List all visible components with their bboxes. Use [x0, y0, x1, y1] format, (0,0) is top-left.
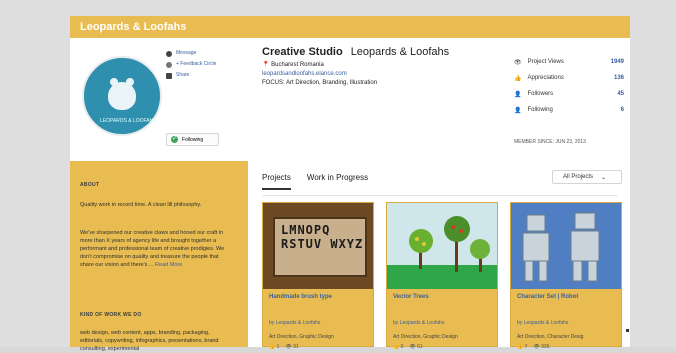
project-thumbnail[interactable]	[511, 203, 621, 289]
brand-title[interactable]: Leopards & Loofahs	[80, 21, 186, 33]
kind-text: web design, web content, apps, branding,…	[80, 330, 219, 352]
kind-title: KIND OF WORK WE DO	[80, 312, 142, 318]
name-row: Creative Studio Leopards & Loofahs	[262, 46, 482, 58]
stat-project-views[interactable]: 👁 Project Views 1949	[514, 54, 624, 70]
profile-page: Leopards & Loofahs LEOPARDS & LOOFAHS Me…	[0, 0, 676, 352]
project-title[interactable]: Character Set | Robot	[517, 294, 578, 300]
stat-label: Project Views	[527, 59, 564, 65]
about-text-2: We've sharpened our creative claws and h…	[80, 229, 230, 269]
website-link[interactable]: leopardsandloofahs.elance.com	[262, 71, 482, 77]
tab-work-in-progress[interactable]: Work in Progress	[307, 173, 368, 190]
avatar-caption: LEOPARDS & LOOFAHS	[100, 118, 157, 124]
kind-section: KIND OF WORK WE DO	[80, 311, 230, 319]
about-text-2-body: We've sharpened our creative claws and h…	[80, 230, 225, 268]
chevron-down-icon: ⌄	[601, 174, 607, 181]
projects-main: Projects Work in Progress All Projects ⌄…	[248, 161, 632, 350]
following-button-label: Following	[182, 136, 204, 143]
eye-icon: 👁	[514, 59, 522, 66]
project-card[interactable]: Vector Trees by Leopards & Loofahs Art D…	[386, 202, 498, 350]
top-bar: Leopards & Loofahs	[70, 16, 630, 38]
divider	[262, 195, 618, 196]
following-icon: 👤	[514, 107, 522, 114]
projects-grid: LMNOPQ RSTUV WXYZ Handmade brush type by…	[262, 202, 632, 350]
project-thumbnail[interactable]: LMNOPQ RSTUV WXYZ	[263, 203, 373, 289]
project-card[interactable]: Character Set | Robot by Leopards & Loof…	[510, 202, 622, 350]
views-count: 👁 61	[409, 344, 423, 350]
dropdown-label: All Projects	[563, 174, 594, 180]
views-count: 👁 31	[285, 344, 299, 350]
message-link-label[interactable]: Message	[176, 48, 196, 59]
about-sidebar: ABOUT Quality work in record time. A cle…	[70, 161, 248, 352]
appreciations-count: 👍 1	[269, 344, 280, 350]
share-link[interactable]: Share	[166, 70, 216, 81]
location-pin-icon: 📍	[262, 62, 270, 68]
stat-label: Following	[527, 107, 553, 113]
profile-header: LEOPARDS & LOOFAHS Message + Feedback Ci…	[70, 38, 630, 161]
message-icon	[166, 50, 172, 57]
stat-value[interactable]: 45	[617, 91, 624, 97]
stat-following[interactable]: 👤 Following 6	[514, 102, 624, 118]
project-author[interactable]: by Leopards & Loofahs	[269, 320, 320, 326]
member-since: MEMBER SINCE: JUN 23, 2013	[514, 139, 586, 145]
avatar[interactable]: LEOPARDS & LOOFAHS	[82, 56, 162, 136]
about-title: ABOUT	[80, 182, 100, 188]
stat-label: Appreciations	[527, 75, 564, 81]
stats-panel: 👁 Project Views 1949 👍 Appreciations 136…	[514, 54, 624, 118]
check-icon: ✓	[171, 136, 178, 143]
followers-icon: 👤	[514, 91, 522, 98]
read-more-link[interactable]: Read More	[155, 262, 182, 268]
thumbs-up-icon: 👍	[514, 75, 522, 82]
project-title[interactable]: Vector Trees	[393, 294, 429, 300]
location-text: Bucharest Romania	[271, 62, 324, 68]
appreciations-count: 👍 0	[393, 344, 404, 350]
trees-illustration	[387, 216, 497, 289]
project-meta: 👍 1 👁 31	[269, 344, 299, 350]
project-fields: Art Direction, Graphic Design	[393, 334, 458, 340]
following-button[interactable]: ✓ Following	[166, 133, 219, 146]
profile-card: Leopards & Loofahs LEOPARDS & LOOFAHS Me…	[70, 16, 632, 352]
share-icon	[166, 72, 172, 79]
about-text-1: Quality work in record time. A clean lil…	[80, 202, 202, 208]
stat-followers[interactable]: 👤 Followers 45	[514, 86, 624, 102]
feedback-link-label[interactable]: + Feedback Circle	[176, 59, 216, 70]
feedback-circle-link[interactable]: + Feedback Circle	[166, 59, 216, 70]
focus-text: FOCUS: Art Direction, Branding, Illustra…	[262, 80, 378, 86]
robots-illustration	[522, 212, 600, 282]
project-thumbnail[interactable]	[387, 203, 497, 289]
project-author[interactable]: by Leopards & Loofahs	[517, 320, 568, 326]
scrollbar-thumb[interactable]	[626, 329, 629, 332]
location: 📍 Bucharest Romania	[262, 61, 482, 68]
views-count: 👁 335	[533, 344, 550, 350]
share-link-label[interactable]: Share	[176, 70, 189, 81]
project-tabs: Projects Work in Progress	[262, 173, 368, 190]
project-author[interactable]: by Leopards & Loofahs	[393, 320, 444, 326]
project-fields: Art Direction, Character Desig	[517, 334, 584, 340]
project-fields: Art Direction, Graphic Design	[269, 334, 334, 340]
project-title[interactable]: Handmade brush type	[269, 294, 332, 300]
appreciations-count: 👍 7	[517, 344, 528, 350]
project-card[interactable]: LMNOPQ RSTUV WXYZ Handmade brush type by…	[262, 202, 374, 350]
thumbnail-lettering: LMNOPQ RSTUV WXYZ	[281, 223, 364, 251]
profile-info: Creative Studio Leopards & Loofahs 📍 Buc…	[262, 46, 482, 86]
tab-projects[interactable]: Projects	[262, 173, 291, 190]
action-links: Message + Feedback Circle Share	[166, 48, 216, 81]
stat-appreciations[interactable]: 👍 Appreciations 136	[514, 70, 624, 86]
project-meta: 👍 0 👁 61	[393, 344, 423, 350]
bear-logo-icon	[108, 78, 136, 110]
about-section: ABOUT	[80, 181, 230, 189]
stat-value[interactable]: 136	[614, 75, 624, 81]
circle-icon	[166, 61, 172, 68]
message-link[interactable]: Message	[166, 48, 216, 59]
stat-value[interactable]: 6	[621, 107, 624, 113]
profile-name: Leopards & Loofahs	[350, 46, 450, 58]
project-meta: 👍 7 👁 335	[517, 344, 550, 350]
studio-label: Creative Studio	[262, 46, 343, 58]
stat-value[interactable]: 1949	[611, 59, 624, 65]
stat-label: Followers	[527, 91, 554, 97]
all-projects-dropdown[interactable]: All Projects ⌄	[552, 170, 622, 184]
